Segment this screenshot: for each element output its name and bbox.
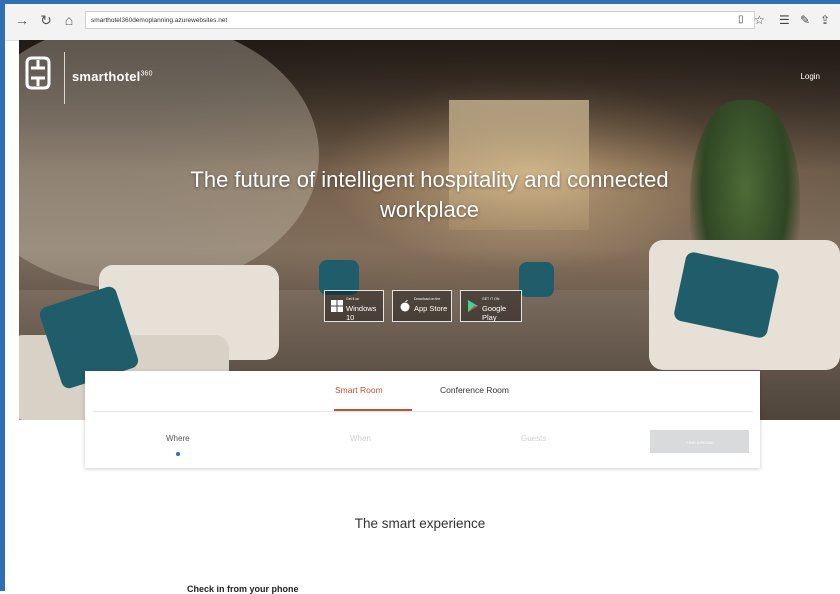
hero-banner: smarthotel360 Login The future of intell… bbox=[19, 40, 840, 420]
favorites-hub-icon[interactable]: ☰ bbox=[779, 12, 790, 28]
section-title-smart-experience: The smart experience bbox=[354, 516, 486, 531]
brand-name[interactable]: smarthotel360 bbox=[72, 69, 153, 84]
lobby-cushion bbox=[519, 262, 554, 297]
logo-divider bbox=[64, 52, 65, 104]
forward-icon[interactable]: → bbox=[13, 11, 31, 29]
find-a-room-button[interactable]: FIND A ROOM bbox=[650, 430, 749, 453]
smarthotel-logo-icon[interactable] bbox=[25, 56, 51, 90]
app-store-button[interactable]: Download on the App Store bbox=[392, 290, 452, 322]
tab-smart-room[interactable]: Smart Room bbox=[335, 385, 383, 395]
when-field[interactable]: When bbox=[350, 434, 371, 443]
google-play-icon bbox=[468, 300, 478, 312]
address-bar[interactable]: smarthotel360demoplanning.azurewebsites.… bbox=[85, 11, 755, 29]
home-icon[interactable]: ⌂ bbox=[60, 11, 78, 29]
share-icon[interactable]: ⇪ bbox=[820, 12, 830, 28]
windows-store-button[interactable]: Get it on Windows 10 bbox=[324, 290, 384, 322]
where-step-indicator bbox=[176, 452, 180, 456]
google-play-button[interactable]: GET IT ON Google Play bbox=[460, 290, 522, 322]
refresh-icon[interactable]: ↻ bbox=[37, 11, 55, 29]
hero-headline: The future of intelligent hospitality an… bbox=[190, 167, 669, 222]
card-divider bbox=[93, 411, 753, 412]
apple-icon bbox=[400, 300, 410, 312]
room-booking-card: Smart Room Conference Room Where When Gu… bbox=[85, 371, 760, 468]
notes-icon[interactable]: ✎ bbox=[800, 12, 810, 28]
browser-toolbar: → ↻ ⌂ smarthotel360demoplanning.azureweb… bbox=[5, 4, 840, 41]
login-link[interactable]: Login bbox=[800, 72, 820, 81]
window-frame-left bbox=[0, 0, 5, 591]
tab-conference-room[interactable]: Conference Room bbox=[440, 385, 509, 395]
guests-field[interactable]: Guests bbox=[521, 434, 546, 443]
windows-icon bbox=[331, 300, 343, 312]
reading-view-icon[interactable]: ▯ bbox=[738, 12, 744, 28]
checkin-heading: Check in from your phone bbox=[187, 584, 299, 594]
where-field[interactable]: Where bbox=[166, 434, 190, 443]
favorite-star-icon[interactable]: ☆ bbox=[754, 12, 765, 28]
